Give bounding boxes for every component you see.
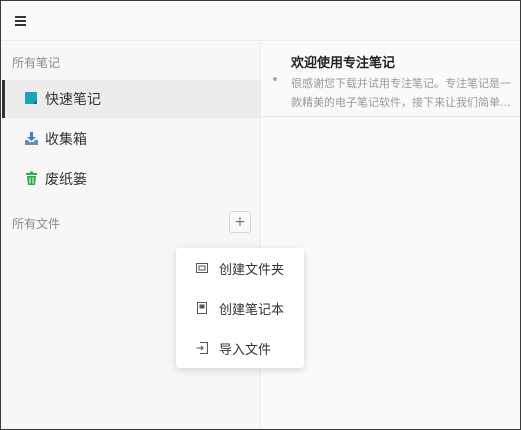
sidebar-item-label: 收集箱: [45, 132, 87, 148]
quick-note-icon: [25, 92, 37, 104]
app-window: 所有笔记 快速笔记 收集箱 废纸篓 所有文件 + 欢迎使用专注笔记 很感谢您下载…: [0, 0, 521, 430]
menu-item-label: 导入文件: [219, 342, 272, 358]
note-card[interactable]: 欢迎使用专注笔记 很感谢您下载并试用专注笔记。专注笔记是一款精美的电子笔记软件，…: [262, 42, 520, 117]
sidebar-item-quick-notes[interactable]: 快速笔记: [2, 80, 261, 118]
sidebar-item-inbox[interactable]: 收集箱: [2, 120, 261, 158]
folder-create-icon: [196, 263, 208, 273]
sidebar-item-label: 快速笔记: [45, 92, 101, 108]
notebook-create-icon: [197, 302, 207, 314]
note-title: 欢迎使用专注笔记: [291, 56, 396, 71]
menu-item-create-notebook[interactable]: 创建笔记本: [176, 288, 304, 328]
menu-item-create-folder[interactable]: 创建文件夹: [176, 248, 304, 288]
sidebar: 所有笔记 快速笔记 收集箱 废纸篓 所有文件 +: [2, 42, 261, 429]
sidebar-item-label: 废纸篓: [45, 172, 87, 188]
section-title-files: 所有文件: [12, 217, 61, 231]
import-file-icon: [196, 342, 208, 354]
notes-list: 欢迎使用专注笔记 很感谢您下载并试用专注笔记。专注笔记是一款精美的电子笔记软件，…: [262, 42, 520, 429]
menu-item-import-file[interactable]: 导入文件: [176, 328, 304, 368]
top-bar: [2, 2, 520, 41]
section-title-notes: 所有笔记: [12, 56, 61, 70]
add-menu-dropdown: 创建文件夹 创建笔记本 导入文件: [176, 248, 304, 368]
menu-item-label: 创建文件夹: [219, 262, 285, 278]
menu-item-label: 创建笔记本: [219, 302, 285, 318]
note-bullet: [273, 77, 277, 81]
trash-icon: [26, 171, 37, 185]
inbox-download-icon: [25, 132, 38, 145]
add-file-button[interactable]: +: [229, 211, 251, 233]
menu-icon[interactable]: [15, 14, 29, 28]
note-excerpt: 很感谢您下载并试用专注笔记。专注笔记是一款精美的电子笔记软件，接下来让我们简单.…: [291, 77, 511, 109]
sidebar-item-trash[interactable]: 废纸篓: [2, 160, 261, 198]
